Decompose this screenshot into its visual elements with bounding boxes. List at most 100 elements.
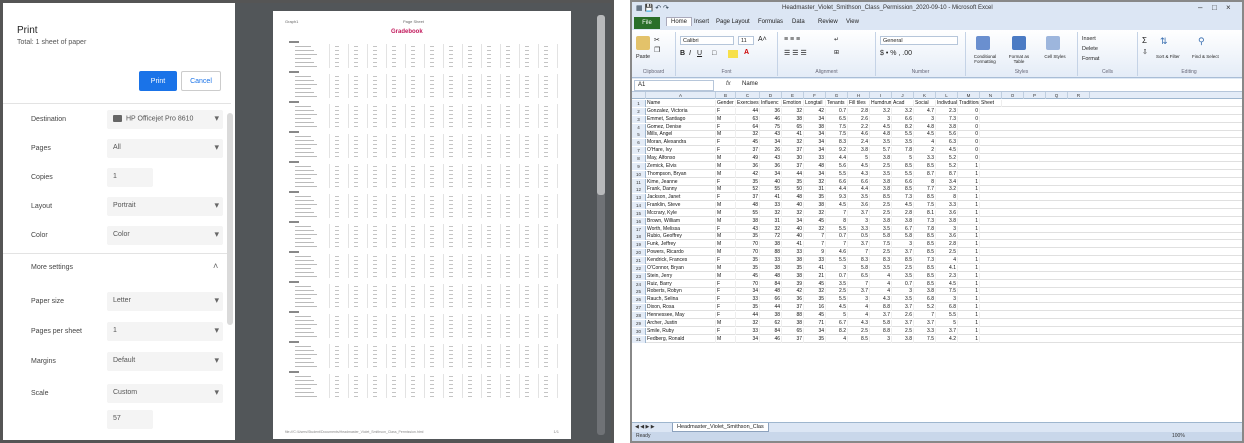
cell[interactable]: F bbox=[716, 139, 736, 147]
cell[interactable]: 4.7 bbox=[914, 107, 936, 115]
settings-scrollbar[interactable] bbox=[227, 113, 233, 325]
tab-file[interactable]: File bbox=[634, 17, 660, 29]
cell[interactable]: 0.5 bbox=[848, 233, 870, 241]
cell[interactable]: M bbox=[716, 162, 736, 170]
cell[interactable]: 4.6 bbox=[848, 131, 870, 139]
cell[interactable]: F bbox=[716, 257, 736, 264]
column-title-cell[interactable]: Emotion bbox=[782, 100, 804, 107]
cell[interactable]: 1 bbox=[958, 194, 980, 202]
row-header[interactable]: 11 bbox=[632, 178, 646, 186]
cell[interactable]: 66 bbox=[760, 296, 782, 304]
cell[interactable]: 33 bbox=[760, 257, 782, 264]
cell[interactable]: 37 bbox=[736, 194, 760, 202]
column-header[interactable]: C bbox=[736, 92, 760, 99]
cell[interactable]: 75 bbox=[760, 123, 782, 131]
cell[interactable]: 8.5 bbox=[870, 194, 892, 202]
row-header[interactable]: 4 bbox=[632, 123, 646, 131]
cell[interactable]: 35 bbox=[736, 304, 760, 312]
chevron-up-icon[interactable]: ˄ bbox=[213, 261, 218, 271]
cell[interactable]: 3.5 bbox=[848, 194, 870, 202]
cell[interactable]: 5 bbox=[892, 154, 914, 162]
cell[interactable]: 3.5 bbox=[892, 139, 914, 147]
cell[interactable]: 36 bbox=[760, 162, 782, 170]
cell[interactable]: 6.3 bbox=[936, 139, 958, 147]
cell[interactable]: 0 bbox=[958, 131, 980, 139]
cell[interactable]: 34 bbox=[736, 335, 760, 343]
cell[interactable]: 32 bbox=[804, 209, 826, 217]
cell[interactable]: 41 bbox=[782, 241, 804, 249]
close-icon[interactable]: × bbox=[1226, 3, 1231, 12]
cell[interactable]: Archer, Justin bbox=[646, 319, 716, 327]
cell[interactable]: 3.8 bbox=[870, 217, 892, 225]
cell[interactable]: 1 bbox=[958, 170, 980, 178]
cell[interactable]: 8.5 bbox=[892, 162, 914, 170]
insert-cells-button[interactable]: Insert bbox=[1082, 36, 1096, 42]
cell[interactable]: 42 bbox=[782, 288, 804, 296]
cell[interactable]: 2.5 bbox=[892, 264, 914, 272]
row-header[interactable]: 17 bbox=[632, 225, 646, 233]
cell[interactable]: 2.3 bbox=[936, 107, 958, 115]
cell[interactable]: 3.2 bbox=[936, 186, 958, 194]
column-header[interactable]: I bbox=[870, 92, 892, 99]
cell[interactable]: 4.6 bbox=[826, 249, 848, 257]
cell[interactable]: 49 bbox=[736, 154, 760, 162]
align-left-icon[interactable]: ☰ ☰ ☰ bbox=[784, 49, 807, 57]
cell[interactable]: 35 bbox=[782, 178, 804, 186]
cell[interactable]: 7.3 bbox=[914, 257, 936, 264]
sheet-nav-arrows[interactable]: ◀ ◀ ▶ ▶ bbox=[635, 424, 655, 430]
cell[interactable]: Roberts, Robyn bbox=[646, 288, 716, 296]
cell[interactable]: 4.3 bbox=[848, 319, 870, 327]
cell[interactable]: 35 bbox=[782, 264, 804, 272]
cell[interactable]: 8.1 bbox=[914, 209, 936, 217]
row-header[interactable]: 26 bbox=[632, 296, 646, 304]
row-header[interactable]: 27 bbox=[632, 304, 646, 312]
cell[interactable]: 3.8 bbox=[936, 217, 958, 225]
cell[interactable]: 0 bbox=[958, 147, 980, 155]
fill-icon[interactable]: ⇩ bbox=[1142, 48, 1148, 56]
cell[interactable]: 32 bbox=[782, 209, 804, 217]
cell[interactable]: F bbox=[716, 327, 736, 335]
name-box[interactable]: A1 bbox=[634, 80, 714, 91]
cell[interactable]: 9.2 bbox=[826, 147, 848, 155]
cell[interactable]: 7.3 bbox=[936, 115, 958, 123]
cell[interactable]: 38 bbox=[782, 319, 804, 327]
cell[interactable]: M bbox=[716, 241, 736, 249]
column-title-cell[interactable]: Influenc bbox=[760, 100, 782, 107]
cell[interactable]: M bbox=[716, 335, 736, 343]
cell[interactable]: 32 bbox=[782, 139, 804, 147]
cell[interactable]: 6.5 bbox=[848, 272, 870, 280]
cell[interactable]: 46 bbox=[760, 115, 782, 123]
cell[interactable]: 8.3 bbox=[848, 257, 870, 264]
cell[interactable]: Worth, Melissa bbox=[646, 225, 716, 233]
tab-data[interactable]: Data bbox=[792, 19, 805, 25]
cell[interactable]: 8.2 bbox=[826, 327, 848, 335]
cell[interactable]: 84 bbox=[760, 280, 782, 288]
cell[interactable]: M bbox=[716, 272, 736, 280]
cell[interactable]: 3 bbox=[936, 296, 958, 304]
cell[interactable]: 5.6 bbox=[936, 131, 958, 139]
autosum-icon[interactable]: Σ bbox=[1142, 36, 1147, 45]
format-cells-button[interactable]: Format bbox=[1082, 56, 1099, 62]
cell[interactable]: 1 bbox=[958, 249, 980, 257]
cell[interactable]: Funk, Jeffrey bbox=[646, 241, 716, 249]
cell[interactable]: 8.3 bbox=[870, 257, 892, 264]
cell[interactable]: 41 bbox=[804, 264, 826, 272]
setting-input[interactable]: 1 bbox=[107, 168, 153, 187]
row-header[interactable]: 18 bbox=[632, 233, 646, 241]
setting-select[interactable]: Letter ▾ bbox=[107, 292, 223, 311]
formula-input[interactable]: Name bbox=[742, 81, 758, 87]
cell[interactable]: 37 bbox=[782, 304, 804, 312]
column-header[interactable]: Q bbox=[1046, 92, 1068, 99]
cell[interactable]: 40 bbox=[782, 233, 804, 241]
cell[interactable]: 9.3 bbox=[826, 194, 848, 202]
cell[interactable]: 8.5 bbox=[914, 249, 936, 257]
cell[interactable]: 40 bbox=[782, 202, 804, 210]
cell[interactable]: 5.2 bbox=[936, 154, 958, 162]
fx-icon[interactable]: fx bbox=[726, 81, 731, 87]
cell[interactable]: 5.5 bbox=[892, 131, 914, 139]
cell[interactable]: 4.1 bbox=[936, 264, 958, 272]
row-header[interactable]: 15 bbox=[632, 209, 646, 217]
row-header[interactable]: 1 bbox=[632, 100, 646, 107]
paste-button[interactable]: Paste bbox=[636, 54, 650, 60]
cell[interactable]: 16 bbox=[804, 304, 826, 312]
